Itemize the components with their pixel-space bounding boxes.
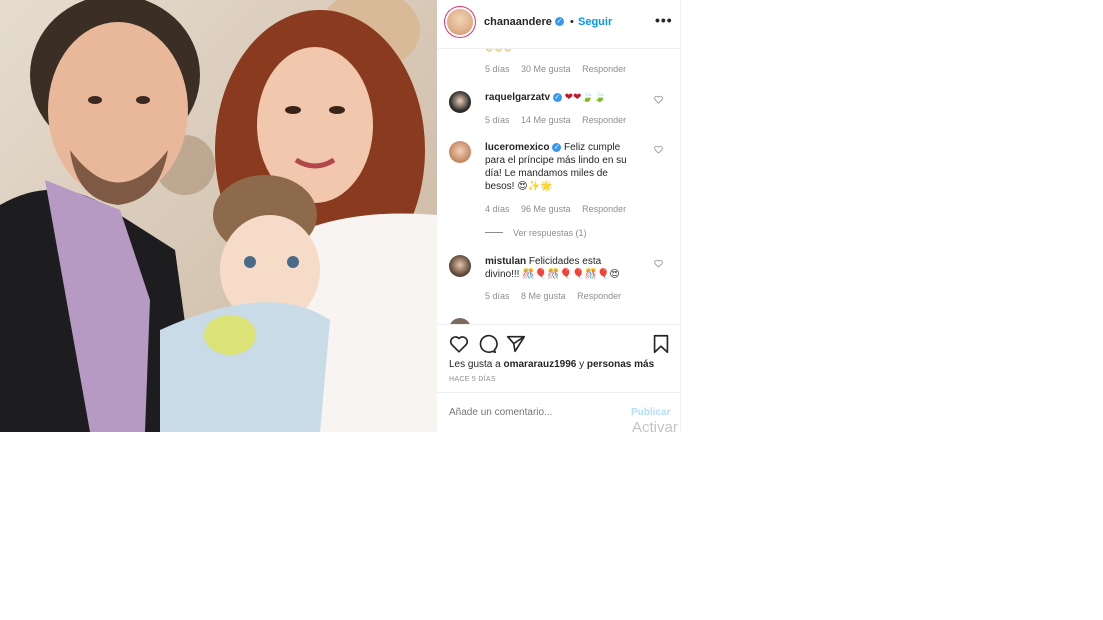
commenter-avatar[interactable] <box>449 141 471 163</box>
family-photo-illustration <box>0 0 437 432</box>
reply-button[interactable]: Responder <box>582 204 626 214</box>
follow-button[interactable]: Seguir <box>578 16 612 28</box>
comment-age: 4 días <box>485 204 510 214</box>
author-username[interactable]: chanaandere <box>484 16 552 28</box>
author-avatar[interactable] <box>447 9 473 35</box>
comment-meta: 5 días 14 Me gusta Responder <box>485 115 635 125</box>
post-header: chanaandere ✓ • Seguir ••• <box>437 0 680 49</box>
header-separator: • <box>570 16 574 28</box>
comment-likes[interactable]: 8 Me gusta <box>521 291 566 301</box>
comment-item: mistulan Felicidades esta divino!!! 🎊🎈🎊🎈… <box>449 255 675 295</box>
comments-list[interactable]: 😍😍😍 5 días 30 Me gusta Responder raquelg… <box>437 48 680 324</box>
commenter-username[interactable]: luceromexico <box>485 142 549 153</box>
heart-icon[interactable] <box>448 333 470 355</box>
post-photo[interactable] <box>0 0 437 432</box>
instagram-post: chanaandere ✓ • Seguir ••• 😍😍😍 5 días 30… <box>0 0 681 432</box>
comment-text: raquelgarzatv ✓ ❤❤🍃🍃 <box>485 91 635 104</box>
likes-prefix: Les gusta a <box>449 359 501 370</box>
comment-likes[interactable]: 14 Me gusta <box>521 115 571 125</box>
comment-item: luceromexico ✓ Feliz cumple para el prín… <box>449 141 675 201</box>
activation-watermark: Activar <box>632 419 678 432</box>
replies-divider <box>485 232 503 233</box>
comment-text: mistulan Felicidades esta divino!!! 🎊🎈🎊🎈… <box>485 255 635 281</box>
comment-input[interactable] <box>449 407 619 418</box>
like-comment-heart-icon[interactable] <box>654 259 663 268</box>
reply-button[interactable]: Responder <box>582 64 626 74</box>
verified-badge-icon: ✓ <box>552 93 562 102</box>
commenter-avatar[interactable] <box>449 255 471 277</box>
post-time[interactable]: HACE 5 DÍAS <box>449 376 496 383</box>
commenter-username[interactable]: raquelgarzatv <box>485 92 550 103</box>
paper-plane-icon[interactable] <box>505 333 527 355</box>
comment-likes[interactable]: 96 Me gusta <box>521 204 571 214</box>
comment-age: 5 días <box>485 64 510 74</box>
commenter-avatar[interactable] <box>449 91 471 113</box>
likes-others-link[interactable]: personas más <box>587 359 654 370</box>
comment-age: 5 días <box>485 291 510 301</box>
reply-button[interactable]: Responder <box>577 291 621 301</box>
comment-text: luceromexico ✓ Feliz cumple para el prín… <box>485 141 635 193</box>
view-replies-label[interactable]: Ver respuestas (1) <box>513 228 587 238</box>
comment-icon[interactable] <box>476 333 498 355</box>
more-options-icon[interactable]: ••• <box>655 12 673 28</box>
verified-badge-icon: ✓ <box>555 17 564 26</box>
likes-middle: y <box>579 359 585 370</box>
post-sidebar: chanaandere ✓ • Seguir ••• 😍😍😍 5 días 30… <box>437 0 681 432</box>
comment-meta: 5 días 30 Me gusta Responder <box>485 64 635 74</box>
liker-username[interactable]: omararauz1996 <box>504 359 577 370</box>
comment-age: 5 días <box>485 115 510 125</box>
post-actions: Les gusta a omararauz1996 y personas más… <box>437 324 680 393</box>
comment-likes[interactable]: 30 Me gusta <box>521 64 571 74</box>
publish-button[interactable]: Publicar <box>631 407 670 418</box>
reply-button[interactable]: Responder <box>582 115 626 125</box>
like-comment-heart-icon[interactable] <box>654 145 663 154</box>
comment-meta: 4 días 96 Me gusta Responder <box>485 204 635 214</box>
view-replies-button[interactable]: Ver respuestas (1) <box>485 228 587 238</box>
comment-item: raquelgarzatv ✓ ❤❤🍃🍃 <box>449 91 675 131</box>
commenter-username[interactable]: mistulan <box>485 256 526 267</box>
bookmark-icon[interactable] <box>650 333 672 355</box>
comment-body: ❤❤🍃🍃 <box>564 92 607 103</box>
likes-summary: Les gusta a omararauz1996 y personas más <box>449 359 654 370</box>
comment-meta: 5 días 8 Me gusta Responder <box>485 291 630 301</box>
like-comment-heart-icon[interactable] <box>654 95 663 104</box>
verified-badge-icon: ✓ <box>552 143 562 152</box>
